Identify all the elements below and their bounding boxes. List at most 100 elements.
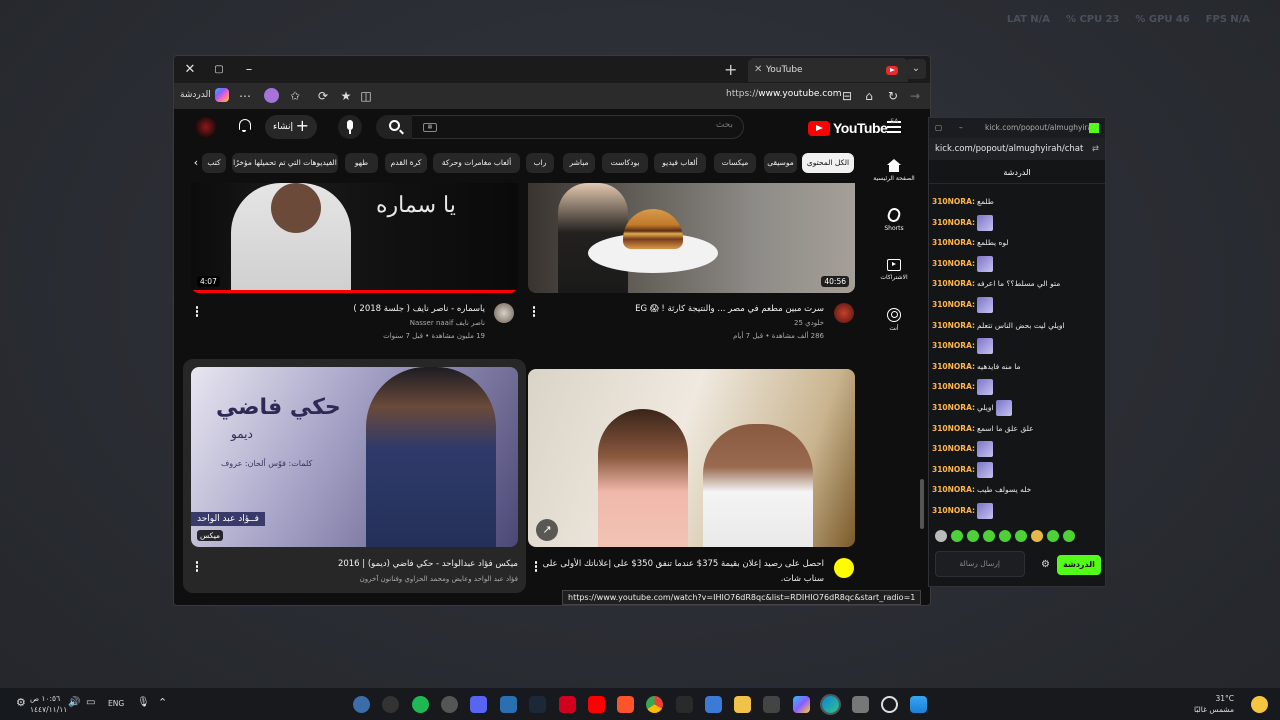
kick-minimize-icon[interactable]: – (959, 118, 963, 138)
chip-live[interactable]: مباشر (563, 153, 595, 173)
youtube-icon[interactable] (588, 696, 605, 713)
chat-username[interactable]: 310NORA: (932, 502, 975, 520)
emote-icon[interactable] (1015, 530, 1027, 542)
rail-subscriptions[interactable]: الاشتراكات (864, 259, 924, 281)
chip-football[interactable]: كرة القدم (385, 153, 427, 173)
chat-settings-gear-icon[interactable]: ⚙ (1041, 559, 1050, 570)
chat-username[interactable]: 310NORA: (932, 234, 975, 252)
network-icon[interactable]: ▭ (86, 697, 95, 708)
chat-username[interactable]: 310NORA: (932, 358, 975, 376)
favorites-star-icon[interactable]: ★ (337, 87, 355, 105)
emote-icon[interactable] (951, 530, 963, 542)
minimize-window-icon[interactable]: – (239, 61, 259, 79)
emote-icon[interactable] (1047, 530, 1059, 542)
profile-avatar[interactable] (262, 87, 280, 105)
video-thumbnail[interactable]: حكي فاضي ديمو كلمات: فوّس ألحان: عروف فـ… (191, 367, 518, 547)
voice-search-button[interactable] (338, 115, 362, 139)
home-icon[interactable]: ⌂ (860, 87, 878, 105)
emote-icon[interactable] (1063, 530, 1075, 542)
start-windows-icon[interactable] (910, 696, 927, 713)
weather-temp[interactable]: 31°C (1215, 694, 1234, 703)
video-thumbnail[interactable]: 40:56 (528, 183, 855, 293)
chip-all[interactable]: الكل المحتوى (802, 153, 854, 173)
input-language[interactable]: ENG (108, 699, 124, 708)
chat-username[interactable]: 310NORA: (932, 214, 975, 232)
rail-you[interactable]: أنت (864, 308, 924, 332)
chat-username[interactable]: 310NORA: (932, 255, 975, 273)
weather-sun-icon[interactable] (1251, 696, 1268, 713)
chip-video-games[interactable]: ألعاب فيديو (654, 153, 706, 173)
weather-desc[interactable]: مشمس غالبًا (1194, 705, 1234, 714)
discord-icon[interactable] (470, 696, 487, 713)
ad-menu-icon[interactable] (534, 561, 538, 573)
app-icon[interactable] (353, 696, 370, 713)
volume-icon[interactable]: 🔊 (68, 697, 80, 708)
steam-icon[interactable] (529, 696, 546, 713)
chat-username[interactable]: 310NORA: (932, 440, 975, 458)
mic-tray-icon[interactable]: 🎙 (137, 697, 150, 708)
chip-action-adventure[interactable]: ألعاب مغامرات وحركة (433, 153, 520, 173)
search-input[interactable]: بحث ▦ (394, 115, 744, 139)
page-scrollbar[interactable] (920, 479, 924, 529)
chat-send-button[interactable]: الدردشة (1057, 555, 1101, 575)
account-avatar[interactable] (196, 117, 216, 137)
chat-username[interactable]: 310NORA: (932, 275, 975, 293)
notifications-bell-icon[interactable] (237, 119, 251, 133)
emote-icon[interactable] (967, 530, 979, 542)
clock-time[interactable]: ١٠:٥٦ ص (30, 694, 60, 703)
forward-icon[interactable]: → (906, 87, 924, 105)
maximize-window-icon[interactable]: ▢ (209, 61, 229, 79)
app-icon[interactable] (763, 696, 780, 713)
task-view-icon[interactable] (852, 696, 869, 713)
chrome-icon[interactable] (646, 696, 663, 713)
chip-mixes[interactable]: ميكسات (714, 153, 756, 173)
channel-name[interactable]: خلودي 25 (794, 319, 824, 327)
chip-music[interactable]: موسيقى (764, 153, 797, 173)
chip-rap[interactable]: راب (526, 153, 554, 173)
chips-scroll-arrow-icon[interactable]: ‹ (188, 155, 204, 171)
brave-icon[interactable] (617, 696, 634, 713)
channel-name[interactable]: ناصر نايف Nasser naaif (410, 319, 485, 327)
video-menu-icon[interactable] (195, 561, 199, 573)
tab-youtube[interactable]: ✕ YouTube (748, 58, 908, 82)
emote-icon[interactable] (983, 530, 995, 542)
video-title[interactable]: سرت مبين مطعم في مصر ... والنتيجة كارثة … (635, 304, 824, 314)
tab-actions-chevron-icon[interactable]: ⌄ (906, 59, 926, 79)
channel-avatar[interactable] (834, 303, 854, 323)
close-tab-icon[interactable]: ✕ (754, 58, 762, 82)
extensions-icon[interactable]: ✩ (286, 87, 304, 105)
open-link-arrow-icon[interactable]: ↗ (536, 519, 558, 541)
chat-username[interactable]: 310NORA: (932, 296, 975, 314)
video-menu-icon[interactable] (195, 306, 199, 318)
spotify-icon[interactable] (412, 696, 429, 713)
edge-icon[interactable] (822, 696, 839, 713)
kick-address-field[interactable]: kick.com/popout/almughyirah/chat ⇄ (929, 138, 1105, 160)
chat-username[interactable]: 310NORA: (932, 317, 975, 335)
site-info-icon[interactable]: ⊟ (838, 87, 856, 105)
channel-avatar[interactable] (494, 303, 514, 323)
new-tab-button[interactable]: + (724, 60, 737, 79)
notifications-icon[interactable]: ⚙ (16, 696, 26, 709)
chat-username[interactable]: 310NORA: (932, 481, 975, 499)
rail-shorts[interactable]: Shorts (864, 206, 924, 232)
ad-thumbnail[interactable]: ↗ (528, 369, 855, 547)
emote-icon[interactable] (999, 530, 1011, 542)
chat-username[interactable]: 310NORA: (932, 399, 975, 417)
rail-home[interactable]: الصفحة الرئيسية (864, 159, 924, 182)
video-thumbnail[interactable]: يا سماره 4:07 (191, 183, 518, 293)
kick-window-icon[interactable]: ▢ (935, 118, 942, 138)
ad-title[interactable]: احصل على رصيد إعلان بقيمة 375$ عندما تنف… (543, 559, 824, 569)
split-screen-icon[interactable]: ◫ (357, 87, 375, 105)
keyboard-icon[interactable]: ▦ (423, 123, 437, 132)
youtube-logo[interactable]: YouTube SA (808, 118, 898, 136)
chip-recently-uploaded[interactable]: الفيديوهات التي تم تحميلها مؤخرًا (232, 153, 338, 173)
app-icon[interactable] (441, 696, 458, 713)
chip-podcasts[interactable]: بودكاست (602, 153, 648, 173)
close-window-icon[interactable]: ✕ (180, 61, 200, 79)
address-field[interactable]: https://www.youtube.com (726, 89, 842, 99)
ad-title-line2[interactable]: سناب شات. (781, 574, 824, 584)
video-menu-icon[interactable] (532, 306, 536, 318)
more-options-icon[interactable]: ⋯ (236, 87, 254, 105)
chat-username[interactable]: 310NORA: (932, 337, 975, 355)
tray-chevron-icon[interactable]: ⌃ (158, 696, 167, 709)
